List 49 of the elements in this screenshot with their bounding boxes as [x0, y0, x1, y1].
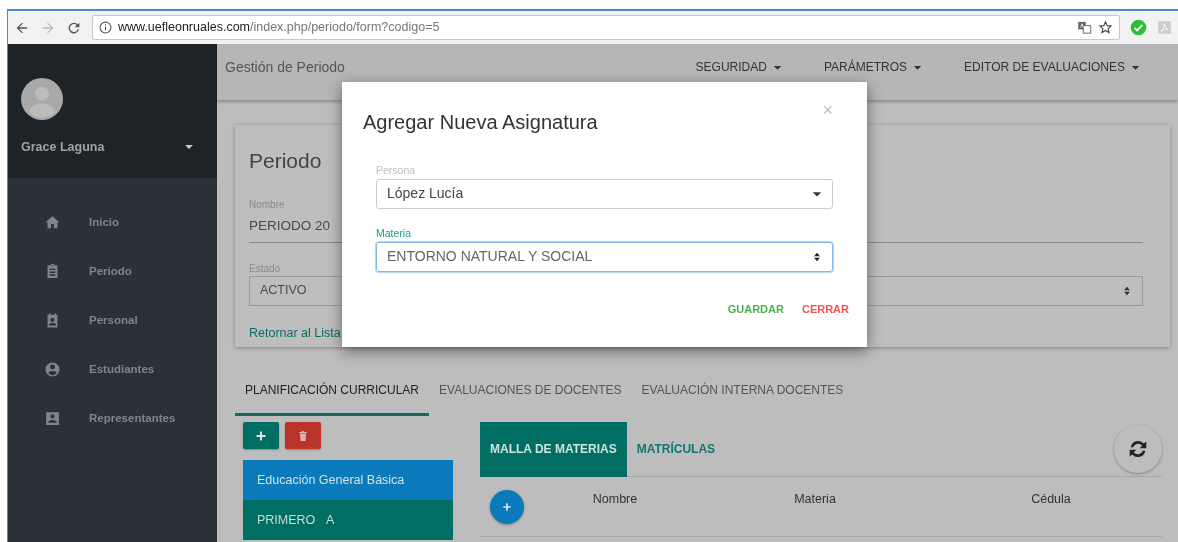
select-field[interactable]: ENTORNO NATURAL Y SOCIAL	[376, 241, 833, 272]
check-circle-icon[interactable]	[1130, 19, 1147, 36]
delete-button[interactable]	[285, 422, 321, 449]
home-icon	[44, 214, 61, 231]
translate-icon[interactable]	[1077, 20, 1092, 35]
column-header: Nombre	[591, 491, 639, 508]
plus-icon	[255, 429, 267, 442]
sidebar-item[interactable]: Periodo	[89, 262, 132, 281]
nav-menu[interactable]: SEGURIDAD	[695, 58, 782, 76]
sidebar-item[interactable]: Estudiantes	[89, 360, 155, 379]
list-item[interactable]: PRIMERO A	[243, 500, 453, 540]
url-host: www.uefleonruales.com	[118, 19, 250, 37]
tab[interactable]: PLANIFICACIÓN CURRICULAR	[235, 369, 430, 416]
column-header: Materia	[793, 491, 837, 508]
sidebar-item[interactable]: Personal	[89, 311, 138, 330]
card-title: Periodo	[249, 148, 322, 174]
url-path: /index.php/periodo/form?codigo=5	[250, 19, 440, 37]
column-header: Cédula	[1030, 491, 1072, 508]
field-label: Materia	[376, 225, 412, 241]
select-field[interactable]: López Lucía	[376, 178, 833, 209]
nav-menu[interactable]: PARÁMETROS	[823, 58, 923, 76]
nav-menu[interactable]: EDITOR DE EVALUACIONES	[964, 58, 1140, 76]
info-icon	[99, 21, 112, 34]
modal-title: Agregar Nueva Asignatura	[363, 110, 598, 135]
page-title: Gestión de Periodo	[225, 57, 345, 77]
list-header[interactable]: Educación General Básica	[243, 460, 453, 500]
close-button[interactable]: CERRAR	[796, 296, 854, 321]
address-bar[interactable]: www.uefleonruales.com/index.php/periodo/form?codigo=5	[92, 15, 1120, 40]
refresh-icon	[1128, 439, 1148, 459]
sidebar-item[interactable]: Inicio	[89, 213, 120, 232]
user-name[interactable]: Grace Laguna	[21, 138, 105, 157]
account-icon	[44, 361, 61, 378]
tab[interactable]: MATRÍCULAS	[626, 421, 726, 477]
add-button[interactable]	[243, 422, 279, 449]
refresh-button[interactable]	[1114, 425, 1162, 473]
sidebar-item[interactable]: Representantes	[89, 409, 176, 428]
plus-icon	[502, 501, 512, 512]
avatar-icon	[21, 78, 63, 120]
add-round-button[interactable]	[490, 489, 524, 524]
star-icon[interactable]	[1098, 20, 1113, 35]
field-label: Persona	[376, 163, 417, 178]
save-button[interactable]: GUARDAR	[722, 296, 789, 321]
contact-icon	[44, 410, 61, 427]
tab[interactable]: EVALUACIONES DE DOCENTES	[429, 369, 632, 416]
tab[interactable]: MALLA DE MATERIAS	[480, 421, 627, 477]
sort-icon	[1122, 285, 1132, 296]
sort-icon	[812, 251, 822, 262]
tab[interactable]: EVALUACIÓN INTERNA DOCENTES	[631, 369, 854, 416]
trash-icon	[297, 429, 309, 442]
